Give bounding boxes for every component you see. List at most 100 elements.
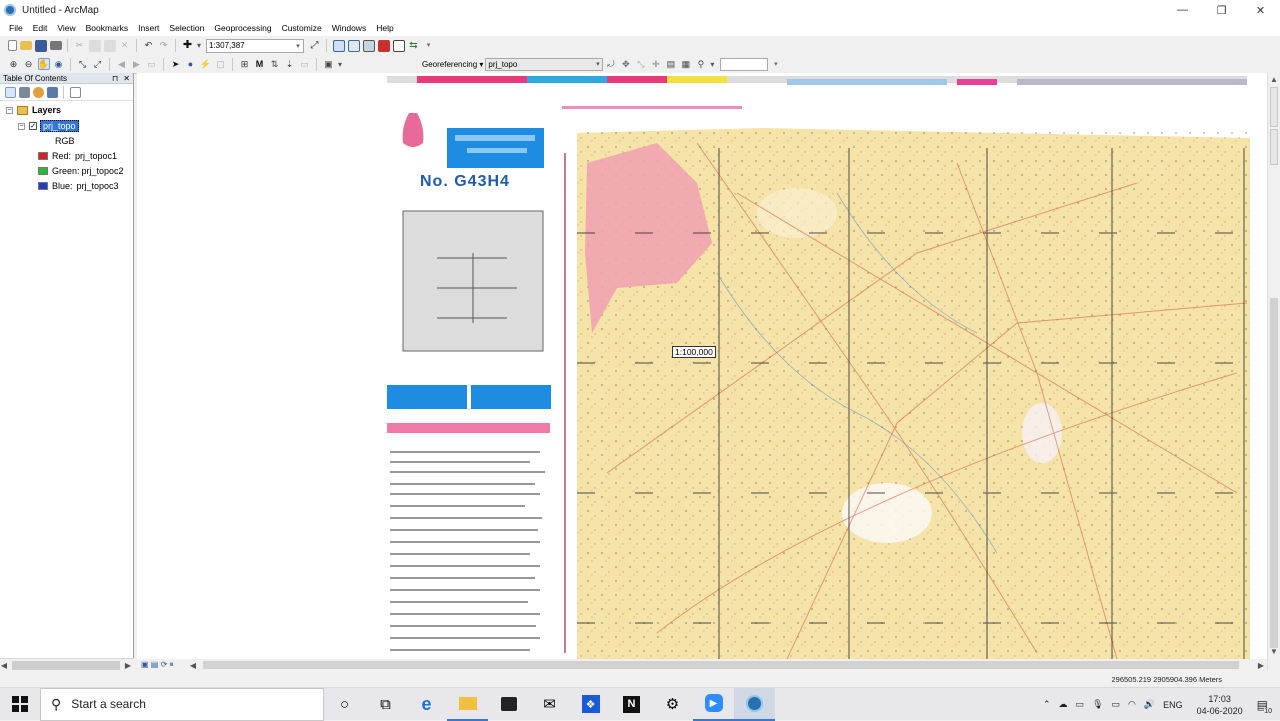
onedrive-icon[interactable]: ☁ — [1059, 699, 1068, 710]
menu-selection[interactable]: Selection — [164, 23, 209, 33]
cut-icon[interactable]: ✂ — [74, 40, 86, 52]
wifi-icon[interactable]: ◠ — [1128, 699, 1136, 710]
scrollbar-thumb[interactable] — [203, 661, 1239, 669]
transformation-combo[interactable] — [720, 57, 769, 71]
fixed-zoom-in-icon[interactable]: ⤡ — [77, 58, 89, 70]
band-row-green[interactable]: Green: prj_topoc2 — [38, 166, 124, 176]
select-elements-icon[interactable]: ➤ — [170, 58, 182, 70]
map-vertical-scrollbar[interactable]: ▲ ▼ — [1267, 73, 1280, 671]
next-extent-icon[interactable]: ▶ — [131, 58, 143, 70]
open-folder-icon[interactable] — [19, 41, 32, 50]
menu-file[interactable]: File — [4, 23, 28, 33]
layer-visibility-checkbox[interactable]: ✓ — [29, 122, 37, 130]
python-window-icon[interactable] — [392, 39, 405, 52]
modelbuilder-icon[interactable]: ⇆ — [408, 40, 420, 52]
menu-insert[interactable]: Insert — [133, 23, 164, 33]
band-row-blue[interactable]: Blue: prj_topoc3 — [38, 181, 119, 191]
volume-icon[interactable]: 🔊 — [1144, 699, 1155, 710]
identify-icon[interactable]: ● — [185, 58, 197, 70]
find-route-icon[interactable]: ⇅ — [269, 58, 281, 70]
layer-name-prj-topo[interactable]: prj_topo — [40, 120, 79, 132]
scroll-up-icon[interactable]: ▲ — [1270, 75, 1278, 84]
toc-horizontal-scrollbar[interactable]: ◀ ▶ — [0, 658, 134, 671]
taskbar-search-box[interactable]: ⚲ Start a search — [40, 687, 324, 721]
table-of-contents-icon[interactable] — [332, 39, 345, 52]
map-display[interactable]: No. G43H4 1:100,000 — [137, 73, 1267, 659]
list-by-drawing-order-icon[interactable] — [4, 86, 16, 98]
menu-view[interactable]: View — [52, 23, 80, 33]
time-slider-icon[interactable]: ▭ — [299, 58, 311, 70]
save-icon[interactable] — [34, 39, 47, 52]
full-extent-icon[interactable]: ◉ — [53, 58, 65, 70]
scale-icon[interactable]: ⤡ — [635, 58, 647, 70]
dropbox-icon[interactable]: ❖ — [570, 688, 611, 721]
scroll-left-icon[interactable]: ◀ — [189, 661, 197, 670]
select-features-icon[interactable]: ▭ — [146, 58, 158, 70]
measure-icon[interactable]: ⊞ — [239, 58, 251, 70]
undo-icon[interactable]: ↶ — [143, 40, 155, 52]
catalog-side-tab[interactable] — [1270, 87, 1278, 127]
view-link-table-icon[interactable]: ▤ — [665, 58, 677, 70]
magnifier-icon[interactable]: ⚲ — [695, 58, 707, 70]
chevron-down-icon[interactable]: ▾ — [336, 60, 344, 69]
copy-icon[interactable] — [88, 39, 101, 52]
add-data-icon[interactable]: ✚ — [182, 40, 194, 52]
notification-center-icon[interactable]: ▤ 10 — [1257, 698, 1272, 715]
collapse-icon[interactable]: − — [18, 122, 25, 130]
settings-gear-icon[interactable]: ⚙ — [652, 688, 693, 721]
editor-toolbar-icon[interactable]: ⤢ — [309, 40, 321, 52]
close-window-button[interactable]: ✕ — [1241, 0, 1280, 20]
go-to-xy-icon[interactable]: ⇣ — [284, 58, 296, 70]
arctoolbox-icon[interactable] — [377, 39, 390, 52]
paste-icon[interactable] — [103, 39, 116, 52]
menu-help[interactable]: Help — [371, 23, 398, 33]
rotate-icon[interactable]: ⤾ — [605, 58, 617, 70]
chevron-down-icon[interactable]: ▾ — [708, 60, 716, 69]
scrollbar-thumb[interactable] — [12, 660, 120, 670]
catalog-icon[interactable] — [347, 39, 360, 52]
data-view-icon[interactable]: ▣ ▤ ⟳ ⏸ — [141, 660, 174, 670]
delete-icon[interactable]: ✕ — [119, 40, 131, 52]
redo-icon[interactable]: ↷ — [158, 40, 170, 52]
edge-browser-icon[interactable]: e — [406, 688, 447, 721]
previous-extent-icon[interactable]: ◀ — [116, 58, 128, 70]
html-popup-icon[interactable]: ▢ — [215, 58, 227, 70]
map-scale-combo[interactable]: 1:307,387 ▾ — [206, 38, 304, 53]
start-button[interactable] — [0, 688, 40, 721]
band-row-red[interactable]: Red: prj_topoc1 — [38, 151, 117, 161]
battery-icon[interactable]: ▭ — [1112, 699, 1121, 710]
print-icon[interactable] — [49, 41, 62, 50]
pan-icon[interactable]: ✋ — [37, 58, 50, 70]
map-horizontal-scrollbar[interactable]: ▣ ▤ ⟳ ⏸ ◀ ▶ — [137, 659, 1267, 671]
language-indicator[interactable]: ENG — [1163, 700, 1183, 710]
georeferencing-layer-combo[interactable]: prj_topo ▾ — [485, 57, 604, 71]
search-window-icon[interactable] — [362, 39, 375, 52]
georeferencing-menu[interactable]: Georeferencing ▾ — [422, 60, 483, 69]
clock[interactable]: 17:03 04-06-2020 — [1197, 693, 1243, 717]
tree-row-prj-topo[interactable]: − ✓ prj_topo — [18, 120, 79, 132]
collapse-icon[interactable]: − — [6, 106, 13, 114]
file-explorer-icon[interactable] — [447, 688, 488, 721]
list-by-source-icon[interactable] — [18, 86, 30, 98]
hyperlink-icon[interactable]: ⚡ — [200, 58, 212, 70]
chevron-up-icon[interactable]: ⌃ — [1043, 699, 1051, 710]
scroll-right-icon[interactable]: ▶ — [124, 661, 132, 670]
scroll-down-icon[interactable]: ▼ — [1270, 647, 1278, 656]
shift-icon[interactable]: ✥ — [620, 58, 632, 70]
close-icon[interactable]: ✕ — [123, 74, 130, 83]
chevron-down-icon[interactable]: ▾ — [195, 41, 203, 50]
minimize-button[interactable]: — — [1163, 0, 1202, 20]
list-by-visibility-icon[interactable] — [32, 86, 44, 98]
toolbar-options-icon[interactable]: ▾ — [770, 58, 782, 70]
add-control-points-icon[interactable]: ✚ — [650, 58, 662, 70]
search-side-tab[interactable] — [1270, 129, 1278, 165]
toolbar-options-icon[interactable]: ▾ — [423, 40, 435, 52]
tree-row-layers[interactable]: − Layers — [6, 105, 61, 115]
options-icon[interactable] — [69, 86, 81, 98]
menu-bookmarks[interactable]: Bookmarks — [81, 23, 134, 33]
menu-geoprocessing[interactable]: Geoprocessing — [209, 23, 276, 33]
scroll-left-icon[interactable]: ◀ — [0, 661, 8, 670]
scroll-right-icon[interactable]: ▶ — [1257, 661, 1265, 670]
notion-icon[interactable]: N — [611, 688, 652, 721]
menu-customize[interactable]: Customize — [277, 23, 327, 33]
